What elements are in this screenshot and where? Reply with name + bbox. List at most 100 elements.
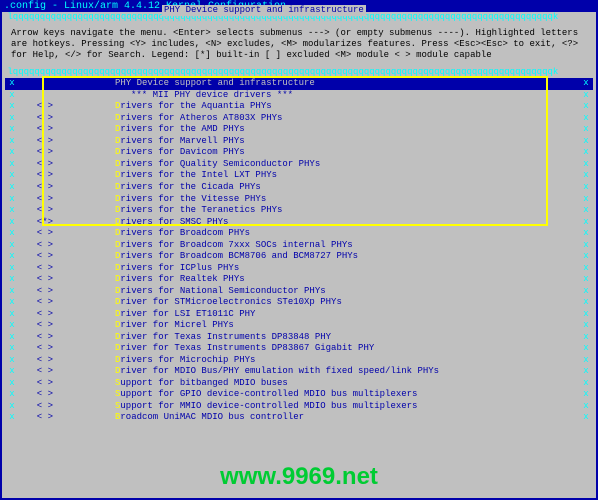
item-label: Drivers for Broadcom BCM8706 and BCM8727… <box>115 251 358 263</box>
item-label: Drivers for the Intel LXT PHYs <box>115 170 277 182</box>
menu-item[interactable]: x< >Drivers for Broadcom 7xxx SOCs inter… <box>5 240 593 252</box>
menu-item[interactable]: x< >Drivers for Davicom PHYsx <box>5 147 593 159</box>
border-char: x <box>579 124 593 136</box>
menu-item[interactable]: x*** MII PHY device drivers ***x <box>5 90 593 102</box>
menu-item[interactable]: x< >Support for MMIO device-controlled M… <box>5 401 593 413</box>
tristate-mark[interactable]: < > <box>19 251 59 263</box>
menu-item[interactable]: x< >Drivers for Realtek PHYsx <box>5 274 593 286</box>
item-label: Drivers for the Teranetics PHYs <box>115 205 282 217</box>
tristate-mark[interactable]: < > <box>19 320 59 332</box>
tristate-mark[interactable]: < > <box>19 286 59 298</box>
border-char: x <box>5 366 19 378</box>
border-char: x <box>579 286 593 298</box>
menu-item[interactable]: x< >Driver for Texas Instruments DP83867… <box>5 343 593 355</box>
tristate-mark[interactable]: < > <box>19 240 59 252</box>
border-char: x <box>579 182 593 194</box>
menu-item[interactable]: x<*>Drivers for SMSC PHYsx <box>5 217 593 229</box>
menu-item[interactable]: x< >Drivers for the AMD PHYsx <box>5 124 593 136</box>
tristate-mark[interactable]: < > <box>19 309 59 321</box>
tristate-mark[interactable]: < > <box>19 136 59 148</box>
tristate-mark[interactable]: < > <box>19 205 59 217</box>
menu-item[interactable]: x< >Drivers for the Intel LXT PHYsx <box>5 170 593 182</box>
hotkey-char: D <box>115 320 120 330</box>
tristate-mark[interactable]: < > <box>19 274 59 286</box>
menu-item[interactable]: x< >Drivers for the Vitesse PHYsx <box>5 194 593 206</box>
border-char: x <box>579 147 593 159</box>
menu-item[interactable]: x< >Drivers for the Teranetics PHYsx <box>5 205 593 217</box>
tristate-mark[interactable]: < > <box>19 332 59 344</box>
border-char: x <box>579 320 593 332</box>
item-label: Support for bitbanged MDIO buses <box>115 378 288 390</box>
tristate-mark[interactable]: --- <box>19 78 59 90</box>
menu-list[interactable]: x---PHY Device support and infrastructur… <box>5 77 593 425</box>
menu-item[interactable]: x< >Driver for MDIO Bus/PHY emulation wi… <box>5 366 593 378</box>
menu-item[interactable]: x < > Drivers for Broadcom BCM8706 and BCM… <box>5 251 593 263</box>
tristate-mark[interactable]: < > <box>19 159 59 171</box>
border-char: x <box>5 228 19 240</box>
tristate-mark[interactable]: < > <box>19 263 59 275</box>
border-char: x <box>5 412 19 424</box>
menu-item[interactable]: x< >Drivers for Microchip PHYsx <box>5 355 593 367</box>
border-char: x <box>5 320 19 332</box>
menu-item[interactable]: x< >Support for bitbanged MDIO busesx <box>5 378 593 390</box>
tristate-mark[interactable]: < > <box>19 194 59 206</box>
item-label: Driver for LSI ET1011C PHY <box>115 309 255 321</box>
tristate-mark[interactable]: < > <box>19 401 59 413</box>
menu-item[interactable]: x< >Broadcom UniMAC MDIO bus controllerx <box>5 412 593 424</box>
tristate-mark[interactable]: < > <box>19 170 59 182</box>
border-char: x <box>579 159 593 171</box>
tristate-mark[interactable]: < > <box>19 366 59 378</box>
border-char: x <box>579 355 593 367</box>
border-char: x <box>579 412 593 424</box>
menu-item[interactable]: x< >Drivers for Marvell PHYsx <box>5 136 593 148</box>
tristate-mark[interactable]: < > <box>19 297 59 309</box>
tristate-mark[interactable]: < > <box>19 113 59 125</box>
border-char: x <box>5 274 19 286</box>
tristate-mark[interactable]: <*> <box>19 217 59 229</box>
menu-item[interactable]: x< >Support for GPIO device-controlled M… <box>5 389 593 401</box>
menu-item[interactable]: x< >Driver for LSI ET1011C PHYx <box>5 309 593 321</box>
hotkey-char: D <box>115 113 120 123</box>
hotkey-char: D <box>115 194 120 204</box>
tristate-mark[interactable]: < > <box>19 412 59 424</box>
tristate-mark[interactable]: < > <box>19 389 59 401</box>
border-char: x <box>579 309 593 321</box>
main-panel: lqqqqqqqqqqqqqqqqqqqqqqqqqqqqqqqqqqqqqqq… <box>2 12 596 498</box>
hotkey-char: D <box>115 343 120 353</box>
border-char: x <box>579 401 593 413</box>
tristate-mark[interactable]: < > <box>19 182 59 194</box>
border-char: x <box>579 297 593 309</box>
hotkey-char: S <box>115 401 120 411</box>
border-char: x <box>5 124 19 136</box>
menu-item[interactable]: x< >Driver for Micrel PHYsx <box>5 320 593 332</box>
hotkey-char: D <box>115 263 120 273</box>
help-text: Arrow keys navigate the menu. <Enter> se… <box>5 26 593 64</box>
border-char: x <box>579 274 593 286</box>
tristate-mark[interactable]: < > <box>19 147 59 159</box>
border-char: x <box>579 101 593 113</box>
menu-item[interactable]: x< >Drivers for the Aquantia PHYsx <box>5 101 593 113</box>
border-mid: lqqqqqqqqqqqqqqqqqqqqqqqqqqqqqqqqqqqqqqq… <box>2 67 596 78</box>
menu-item[interactable]: x< >Drivers for Quality Semiconductor PH… <box>5 159 593 171</box>
menu-item[interactable]: x< >Drivers for ICPlus PHYsx <box>5 263 593 275</box>
menu-item[interactable]: x< >Driver for Texas Instruments DP83848… <box>5 332 593 344</box>
menu-item[interactable]: x< >Drivers for Broadcom PHYsx <box>5 228 593 240</box>
menu-item[interactable]: x< >Drivers for National Semiconductor P… <box>5 286 593 298</box>
section-title: PHY Device support and infrastructure <box>162 5 366 16</box>
border-char: x <box>579 251 593 263</box>
menu-item[interactable]: x< >Drivers for the Cicada PHYsx <box>5 182 593 194</box>
menu-item[interactable]: x< >Drivers for Atheros AT803X PHYsx <box>5 113 593 125</box>
tristate-mark[interactable]: < > <box>19 355 59 367</box>
border-char: x <box>5 401 19 413</box>
hotkey-char: D <box>115 182 120 192</box>
menu-item[interactable]: x< >Driver for STMicroelectronics STe10X… <box>5 297 593 309</box>
tristate-mark[interactable]: < > <box>19 101 59 113</box>
menu-item[interactable]: x---PHY Device support and infrastructur… <box>5 78 593 90</box>
tristate-mark[interactable]: < > <box>19 343 59 355</box>
border-char: x <box>579 78 593 90</box>
tristate-mark[interactable]: < > <box>19 124 59 136</box>
border-char: x <box>5 182 19 194</box>
tristate-mark[interactable]: < > <box>19 228 59 240</box>
item-label: Support for MMIO device-controlled MDIO … <box>115 401 417 413</box>
tristate-mark[interactable]: < > <box>19 378 59 390</box>
